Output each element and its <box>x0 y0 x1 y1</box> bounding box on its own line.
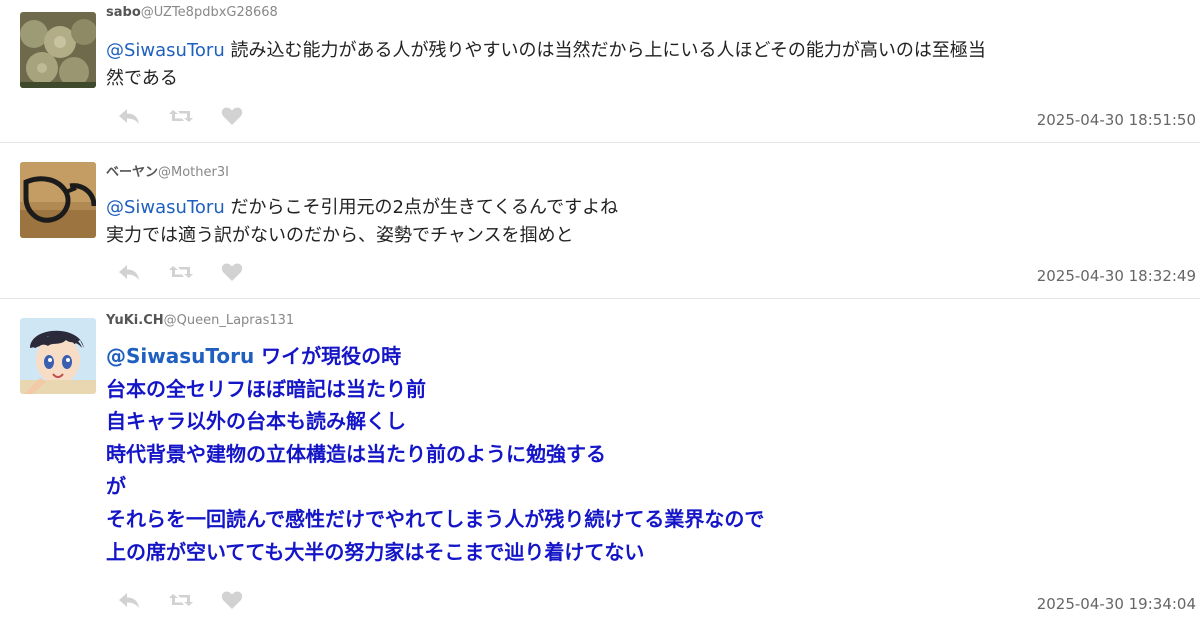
reply-icon[interactable] <box>118 262 144 282</box>
mention-link[interactable]: @SiwasuToru <box>106 197 225 218</box>
display-name[interactable]: ベーヤン <box>106 165 158 180</box>
glasses-avatar-image <box>20 162 96 238</box>
heart-icon[interactable] <box>221 262 247 282</box>
retweet-icon[interactable] <box>168 262 194 282</box>
avatar[interactable] <box>20 318 96 394</box>
tweet-line: 上の席が空いてても大半の努力家はそこまで辿り着けてない <box>106 539 645 564</box>
tweet-header: YuKi.CH@Queen_Lapras131 <box>106 313 294 328</box>
timestamp[interactable]: 2025-04-30 18:32:49 <box>1037 267 1196 285</box>
tweet-line: それらを一回読んで感性だけでやれてしまう人が残り続けてる業界なので <box>106 506 765 531</box>
user-handle[interactable]: @UZTe8pdbxG28668 <box>141 5 278 20</box>
anime-character-avatar-image <box>20 318 96 394</box>
mention-link[interactable]: @SiwasuToru <box>106 344 254 368</box>
tweet-line: が <box>106 474 126 499</box>
tweet-line: 台本の全セリフほぼ暗記は当たり前 <box>106 376 426 401</box>
avatar[interactable] <box>20 162 96 238</box>
tweet-line: @SiwasuToru だからこそ引用元の2点が生きてくるんですよね <box>106 194 1196 222</box>
heart-icon[interactable] <box>221 590 247 610</box>
timestamp[interactable]: 2025-04-30 19:34:04 <box>1037 595 1196 613</box>
retweet-icon[interactable] <box>168 590 194 610</box>
tweet-line-text: だからこそ引用元の2点が生きてくるんですよね <box>224 197 619 218</box>
tweet-text: @SiwasuToru 読み込む能力がある人が残りやすいのは当然だから上にいる人… <box>106 37 1196 93</box>
display-name[interactable]: YuKi.CH <box>106 313 164 328</box>
tweet-text: @SiwasuToru ワイが現役の時 台本の全セリフほぼ暗記は当たり前 自キャ… <box>106 340 1196 568</box>
reply-icon[interactable] <box>118 590 144 610</box>
tweet-header: sabo@UZTe8pdbxG28668 <box>106 5 278 20</box>
display-name[interactable]: sabo <box>106 5 141 20</box>
reply-icon[interactable] <box>118 106 144 126</box>
retweet-icon[interactable] <box>168 106 194 126</box>
timestamp[interactable]: 2025-04-30 18:51:50 <box>1037 111 1196 129</box>
mention-link[interactable]: @SiwasuToru <box>106 40 225 61</box>
tweet-header: ベーヤン@Mother3I <box>106 161 229 180</box>
tweet-feed: sabo@UZTe8pdbxG28668 @SiwasuToru 読み込む能力が… <box>0 0 1200 622</box>
user-handle[interactable]: @Queen_Lapras131 <box>164 313 295 328</box>
tweet-line-text: 読み込む能力がある人が残りやすいのは当然だから上にいる人ほどその能力が高いのは至… <box>224 40 986 61</box>
tweet-line: 実力では適う訳がないのだから、姿勢でチャンスを掴めと <box>106 225 574 246</box>
tweet-line: 自キャラ以外の台本も読み解くし <box>106 409 406 434</box>
user-handle[interactable]: @Mother3I <box>158 165 229 180</box>
tweet-line: @SiwasuToru 読み込む能力がある人が残りやすいのは当然だから上にいる人… <box>106 37 1196 65</box>
tweet-line-text: ワイが現役の時 <box>254 344 402 368</box>
tweet-line: @SiwasuToru ワイが現役の時 <box>106 340 1196 373</box>
heart-icon[interactable] <box>221 106 247 126</box>
tweet-line: 然である <box>106 68 178 89</box>
tweet-item: ベーヤン@Mother3I @SiwasuToru だからこそ引用元の2点が生き… <box>0 142 1200 299</box>
tweet-item: sabo@UZTe8pdbxG28668 @SiwasuToru 読み込む能力が… <box>0 0 1200 143</box>
tweet-item: YuKi.CH@Queen_Lapras131 @SiwasuToru ワイが現… <box>0 298 1200 622</box>
tweet-text: @SiwasuToru だからこそ引用元の2点が生きてくるんですよね 実力では適… <box>106 194 1196 250</box>
tweet-line: 時代背景や建物の立体構造は当たり前のように勉強する <box>106 441 606 466</box>
avatar[interactable] <box>20 12 96 88</box>
cactus-avatar-image <box>20 12 96 88</box>
